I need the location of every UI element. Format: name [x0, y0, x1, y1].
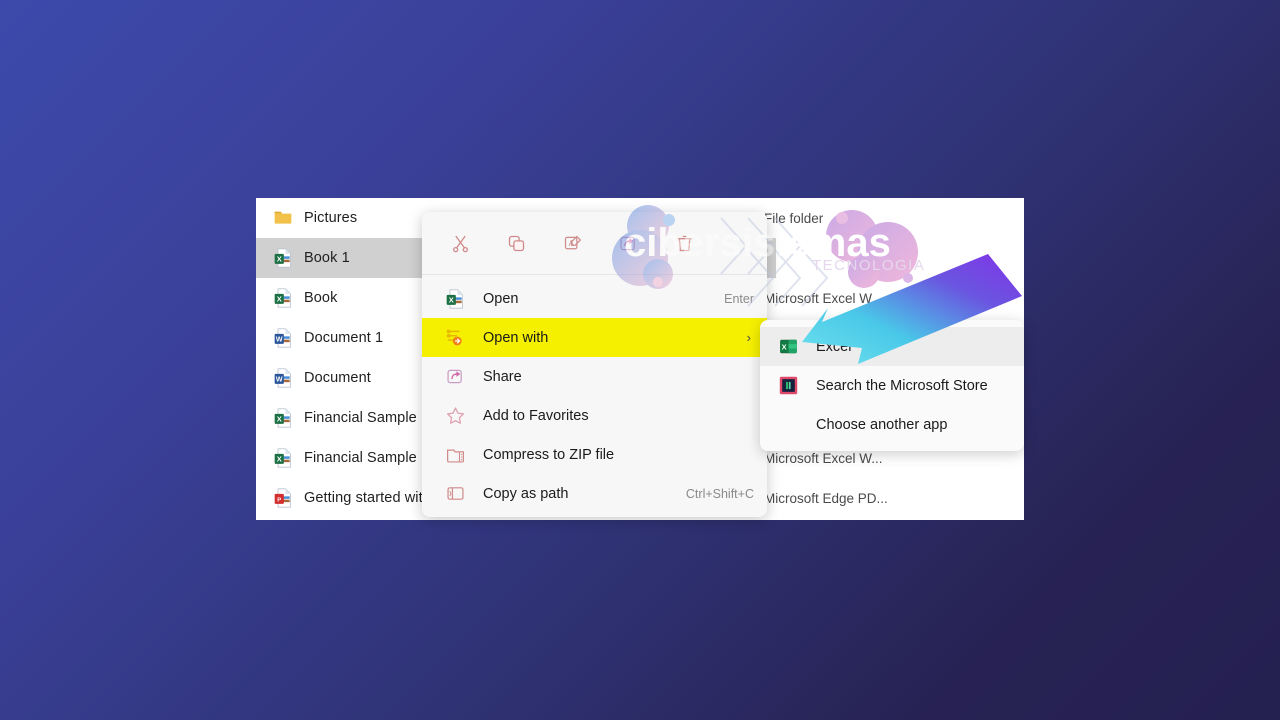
keyboard-shortcut: Enter	[724, 291, 754, 306]
context-menu-item[interactable]: Compress to ZIP file	[422, 435, 767, 474]
file-name: Pictures	[304, 210, 358, 226]
context-menu-divider	[422, 274, 767, 275]
open-with-icon	[444, 327, 466, 349]
screenshot-root: Pictures6/20/2024 1:01 PMFile folderXBoo…	[0, 0, 1280, 720]
pdf-file-icon: P	[273, 487, 293, 509]
microsoft-store-icon	[778, 376, 798, 396]
no-icon	[778, 415, 798, 435]
excel-file-icon: X	[273, 447, 293, 469]
excel-file-icon: X	[273, 407, 293, 429]
context-menu-item[interactable]: Copy as path Ctrl+Shift+C	[422, 474, 767, 513]
excel-file-icon: X	[273, 247, 293, 269]
file-name: Book 1	[304, 250, 350, 266]
context-menu-item-label: Copy as path	[483, 485, 569, 502]
copy-icon[interactable]	[500, 227, 532, 259]
share-icon[interactable]	[612, 227, 644, 259]
svg-text:X: X	[277, 254, 282, 263]
context-menu-item-label: Open	[483, 290, 519, 307]
copy-path-icon	[444, 483, 466, 505]
context-menu-item[interactable]: X Open Enter	[422, 279, 767, 318]
star-icon	[444, 405, 466, 427]
keyboard-shortcut: Ctrl+Shift+C	[685, 486, 754, 501]
word-file-icon: W	[273, 367, 293, 389]
submenu-item-label: Search the Microsoft Store	[816, 377, 988, 394]
folder-icon	[273, 207, 293, 229]
file-name: Financial Sample 1	[304, 410, 430, 426]
excel-file-icon: X	[444, 288, 466, 310]
context-menu-item-label: Add to Favorites	[483, 407, 589, 424]
file-name: Book	[304, 290, 338, 306]
rename-icon[interactable]: A	[556, 227, 588, 259]
svg-text:X: X	[277, 294, 282, 303]
svg-text:X: X	[449, 295, 454, 304]
context-menu-item[interactable]: Add to Favorites	[422, 396, 767, 435]
svg-text:X: X	[277, 454, 282, 463]
submenu-item[interactable]: Search the Microsoft Store	[760, 366, 1024, 405]
file-type: Microsoft Edge PD...	[764, 490, 888, 506]
submenu-item-label: Choose another app	[816, 416, 948, 433]
share-icon	[444, 366, 466, 388]
submenu-item[interactable]: X Excel	[760, 327, 1024, 366]
file-type: Microsoft Excel W...	[764, 290, 883, 306]
svg-text:W: W	[276, 375, 283, 383]
submenu-item-label: Excel	[816, 338, 852, 355]
context-menu-item[interactable]: Open with ›	[422, 318, 767, 357]
svg-text:W: W	[276, 335, 283, 343]
context-menu-item-label: Open with	[483, 329, 549, 346]
file-type: File folder	[764, 210, 824, 226]
file-name: Financial Sample	[304, 450, 417, 466]
excel-app-icon: X	[778, 337, 798, 357]
context-menu-item-label: Share	[483, 368, 522, 385]
file-type: Microsoft Excel W...	[764, 450, 883, 466]
svg-text:X: X	[277, 414, 282, 423]
submenu-items: X Excel Search the Microsoft Store Choose a…	[760, 327, 1024, 444]
delete-icon[interactable]	[668, 227, 700, 259]
word-file-icon: W	[273, 327, 293, 349]
chevron-right-icon: ›	[746, 330, 751, 345]
context-menu-item-label: Compress to ZIP file	[483, 446, 615, 463]
excel-file-icon: X	[273, 287, 293, 309]
context-menu-item[interactable]: Share	[422, 357, 767, 396]
file-name: Document 1	[304, 330, 384, 346]
cut-icon[interactable]	[444, 227, 476, 259]
context-menu: A X Open Enter Open with › Share Add to Favori…	[422, 212, 767, 517]
file-name: Document	[304, 370, 371, 386]
context-menu-items: X Open Enter Open with › Share Add to Favorite…	[422, 279, 767, 513]
submenu-item[interactable]: Choose another app	[760, 405, 1024, 444]
file-name: Getting started wit	[304, 490, 423, 506]
open-with-submenu: X Excel Search the Microsoft Store Choose a…	[760, 320, 1024, 451]
svg-text:X: X	[781, 342, 786, 351]
context-menu-toolbar: A	[422, 212, 767, 274]
zip-icon	[444, 444, 466, 466]
svg-text:P: P	[277, 497, 281, 503]
